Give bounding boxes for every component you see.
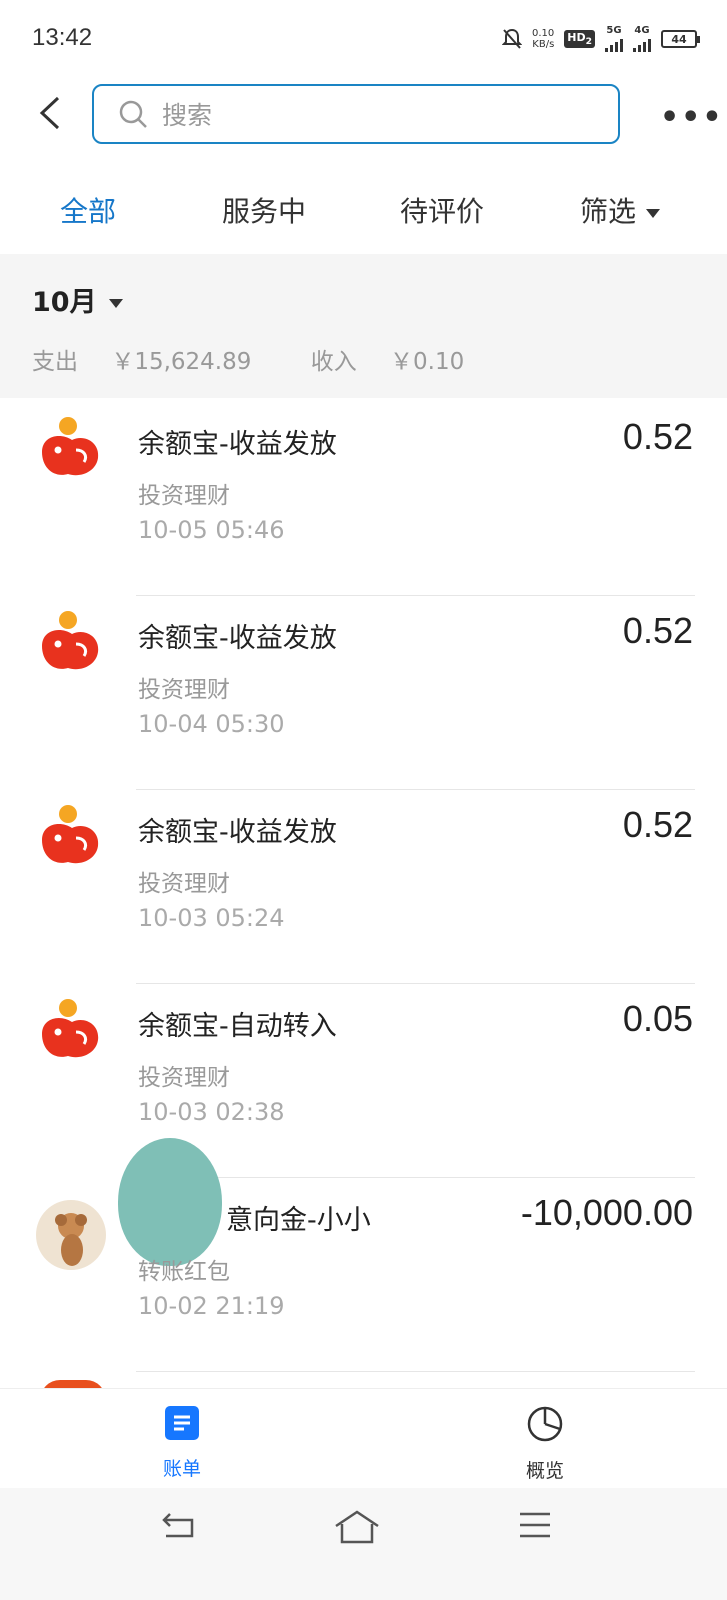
month-selector[interactable]: 10月	[32, 280, 123, 319]
income-total: 收入 ￥0.10	[311, 349, 491, 375]
transaction-category: 投资理财	[138, 677, 230, 703]
income-value: ￥0.10	[390, 349, 465, 375]
nav-overview-label: 概览	[525, 1460, 564, 1482]
transaction-title: 余额宝-收益发放	[138, 817, 337, 848]
status-icons: 0.10 KB/s HD2 5G 4G 44	[502, 26, 700, 52]
avatar	[36, 1200, 106, 1270]
header: 搜索 •••	[0, 76, 727, 176]
tab-filter-label: 筛选	[580, 195, 637, 228]
net-speed: 0.10 KB/s	[532, 28, 554, 50]
transaction-title: 余额宝-收益发放	[138, 429, 337, 460]
caret-down-icon	[646, 208, 661, 218]
more-icon[interactable]: •••	[660, 100, 724, 135]
tab-all-label: 全部	[60, 195, 117, 228]
nav-overview[interactable]: 概览	[495, 1405, 595, 1483]
search-input[interactable]: 搜索	[92, 84, 620, 144]
signal-4g: 4G	[633, 26, 651, 52]
search-placeholder: 搜索	[162, 101, 213, 130]
back-arrow-icon[interactable]	[34, 96, 68, 130]
transaction-category: 投资理财	[138, 483, 230, 509]
yuebao-icon	[42, 999, 99, 1058]
pie-chart-icon	[527, 1406, 563, 1442]
divider	[136, 1371, 695, 1372]
transaction-time: 10-02 21:19	[138, 1292, 285, 1320]
signal-5g-label: 5G	[606, 25, 622, 36]
transaction-item[interactable]: 余额宝-自动转入 投资理财 10-03 02:38 0.05	[0, 980, 727, 1178]
privacy-sticker	[118, 1138, 222, 1266]
transaction-category: 投资理财	[138, 1065, 230, 1091]
transaction-item[interactable]: 余额宝-收益发放 投资理财 10-05 05:46 0.52	[0, 398, 727, 596]
poodle-icon	[55, 1213, 87, 1266]
expense-value: ￥15,624.89	[111, 349, 252, 375]
signal-4g-label: 4G	[634, 25, 650, 36]
nav-bill-label: 账单	[162, 1458, 201, 1480]
transaction-category: 投资理财	[138, 871, 230, 897]
tab-to-review-label: 待评价	[400, 195, 485, 228]
menu-icon[interactable]	[518, 1510, 552, 1540]
income-label: 收入	[310, 349, 357, 375]
transaction-time: 10-05 05:46	[138, 516, 285, 544]
net-speed-unit: KB/s	[532, 39, 555, 50]
transaction-list: 余额宝-收益发放 投资理财 10-05 05:46 0.52 余额宝-收益发放 …	[0, 398, 727, 1418]
transaction-item[interactable]: 意向金-小小 转账红包 10-02 21:19 -10,000.00	[0, 1138, 727, 1372]
mute-bell-icon	[502, 28, 523, 49]
transaction-time: 10-03 05:24	[138, 904, 285, 932]
yuebao-icon	[42, 611, 99, 670]
transaction-title: 余额宝-自动转入	[138, 1011, 337, 1042]
back-icon[interactable]	[160, 1510, 196, 1540]
nav-bill[interactable]: 账单	[132, 1405, 232, 1481]
search-icon	[119, 100, 147, 128]
transaction-time: 10-04 05:30	[138, 710, 285, 738]
home-icon[interactable]	[334, 1510, 380, 1544]
battery-icon: 44	[661, 30, 700, 48]
tab-in-service[interactable]: 服务中	[222, 190, 306, 230]
tab-filter[interactable]: 筛选	[580, 190, 661, 230]
system-nav-bar	[0, 1488, 727, 1600]
transaction-amount: -10,000.00	[520, 1192, 693, 1233]
transaction-category: 转账红包	[138, 1259, 230, 1285]
status-bar: 13:42 0.10 KB/s HD2 5G 4G 44	[0, 0, 727, 76]
filter-tabs: 全部 服务中 待评价 筛选	[0, 176, 727, 254]
signal-bars-icon	[633, 36, 651, 52]
transaction-amount: 0.52	[622, 416, 693, 457]
tab-all[interactable]: 全部	[60, 190, 116, 230]
transaction-title: 余额宝-收益发放	[138, 623, 337, 654]
hd-badge: HD2	[564, 29, 595, 49]
transaction-title: 意向金-小小	[226, 1205, 371, 1236]
transaction-amount: 0.52	[622, 610, 693, 651]
signal-bars-icon	[605, 36, 623, 52]
expense-total: 支出 ￥15,624.89	[32, 349, 277, 375]
month-totals: 支出 ￥15,624.89 收入 ￥0.10	[32, 342, 516, 376]
bottom-nav: 账单 概览	[0, 1388, 727, 1488]
signal-5g: 5G	[605, 26, 623, 52]
transaction-item[interactable]: 余额宝-收益发放 投资理财 10-03 05:24 0.52	[0, 786, 727, 984]
yuebao-icon	[42, 805, 99, 864]
tab-to-review[interactable]: 待评价	[400, 190, 484, 230]
transaction-amount: 0.52	[622, 804, 693, 845]
month-summary: 10月 支出 ￥15,624.89 收入 ￥0.10	[0, 254, 727, 398]
status-time: 13:42	[32, 24, 93, 51]
bill-icon	[165, 1406, 199, 1440]
transaction-time: 10-03 02:38	[138, 1098, 285, 1126]
transaction-amount: 0.05	[622, 998, 693, 1039]
transaction-item[interactable]: 余额宝-收益发放 投资理财 10-04 05:30 0.52	[0, 592, 727, 790]
month-label: 10月	[32, 287, 97, 318]
tab-in-service-label: 服务中	[222, 195, 307, 228]
net-speed-value: 0.10	[532, 28, 555, 39]
caret-down-icon	[108, 299, 123, 308]
hd-label: HD	[567, 30, 586, 44]
sim-number: 2	[585, 36, 592, 48]
expense-label: 支出	[32, 349, 78, 375]
yuebao-icon	[42, 417, 99, 476]
